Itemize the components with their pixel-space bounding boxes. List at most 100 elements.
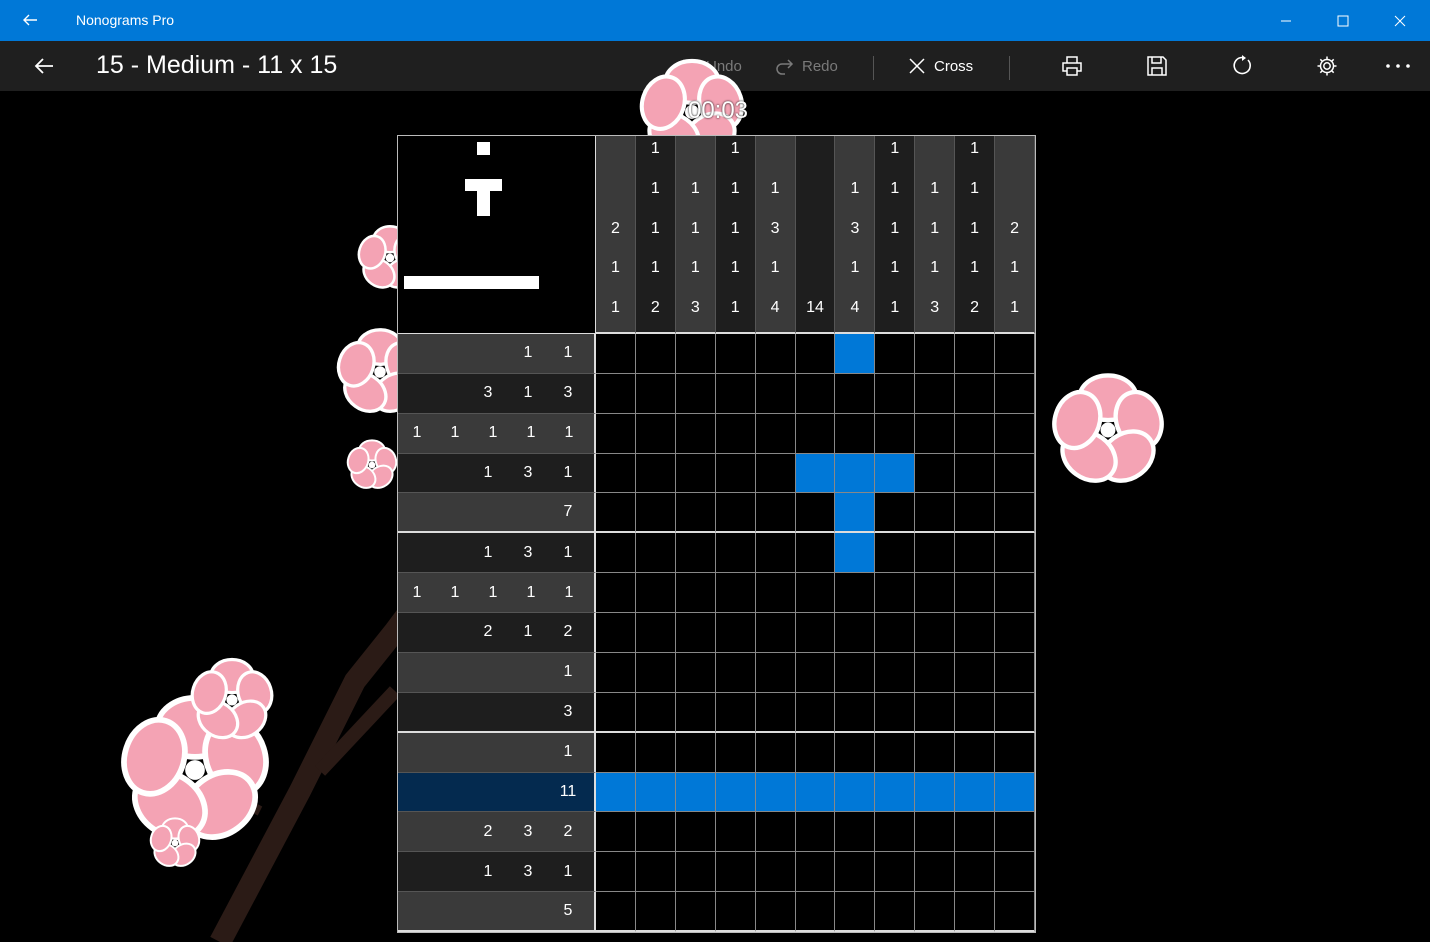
puzzle-cell[interactable] — [635, 852, 676, 893]
puzzle-cell[interactable] — [635, 692, 676, 733]
puzzle-cell[interactable] — [995, 334, 1035, 374]
puzzle-cell[interactable] — [596, 812, 636, 853]
puzzle-cell[interactable] — [875, 493, 916, 534]
puzzle-cell[interactable] — [795, 413, 836, 454]
puzzle-cell[interactable] — [755, 812, 796, 853]
puzzle-cell[interactable] — [995, 613, 1035, 653]
puzzle-cell[interactable] — [675, 334, 716, 374]
puzzle-cell[interactable] — [995, 573, 1035, 614]
puzzle-cell[interactable] — [915, 453, 956, 494]
puzzle-cell[interactable] — [596, 732, 636, 773]
puzzle-cell[interactable] — [675, 812, 716, 853]
puzzle-cell[interactable] — [755, 373, 796, 414]
puzzle-cell[interactable] — [875, 772, 916, 813]
puzzle-cell[interactable] — [875, 812, 916, 853]
puzzle-cell[interactable] — [955, 852, 996, 893]
puzzle-cell[interactable] — [635, 573, 676, 614]
puzzle-cell[interactable] — [755, 573, 796, 614]
puzzle-cell[interactable] — [675, 892, 716, 932]
puzzle-cell[interactable] — [755, 772, 796, 813]
puzzle-cell[interactable] — [795, 692, 836, 733]
puzzle-cell[interactable] — [675, 413, 716, 454]
puzzle-cell[interactable] — [795, 573, 836, 614]
puzzle-cell[interactable] — [955, 732, 996, 773]
puzzle-cell[interactable] — [995, 652, 1035, 693]
puzzle-cell[interactable] — [635, 613, 676, 653]
puzzle-cell[interactable] — [955, 772, 996, 813]
puzzle-cell[interactable] — [596, 334, 636, 374]
puzzle-cell[interactable] — [596, 413, 636, 454]
puzzle-cell[interactable] — [596, 373, 636, 414]
puzzle-cell[interactable] — [755, 493, 796, 534]
puzzle-cell[interactable] — [635, 652, 676, 693]
puzzle-cell[interactable] — [596, 852, 636, 893]
puzzle-cell[interactable] — [635, 334, 676, 374]
puzzle-cell[interactable] — [715, 493, 756, 534]
puzzle-cell[interactable] — [915, 892, 956, 932]
puzzle-cell[interactable] — [875, 892, 916, 932]
puzzle-cell[interactable] — [995, 493, 1035, 534]
puzzle-cell[interactable] — [675, 533, 716, 574]
puzzle-cell[interactable] — [875, 533, 916, 574]
puzzle-cell[interactable] — [755, 413, 796, 454]
puzzle-cell[interactable] — [635, 453, 676, 494]
puzzle-cell[interactable] — [955, 652, 996, 693]
puzzle-cell[interactable] — [995, 772, 1035, 813]
puzzle-cell[interactable] — [835, 812, 876, 853]
puzzle-cell[interactable] — [715, 812, 756, 853]
puzzle-cell[interactable] — [835, 533, 876, 574]
puzzle-cell[interactable] — [675, 772, 716, 813]
puzzle-cell[interactable] — [955, 573, 996, 614]
puzzle-cell[interactable] — [795, 772, 836, 813]
puzzle-cell[interactable] — [915, 413, 956, 454]
puzzle-cell[interactable] — [835, 334, 876, 374]
puzzle-cell[interactable] — [795, 533, 836, 574]
puzzle-cell[interactable] — [835, 613, 876, 653]
puzzle-cell[interactable] — [715, 413, 756, 454]
puzzle-cell[interactable] — [715, 613, 756, 653]
puzzle-cell[interactable] — [715, 732, 756, 773]
puzzle-cell[interactable] — [915, 732, 956, 773]
print-button[interactable] — [1050, 50, 1094, 82]
puzzle-cell[interactable] — [835, 493, 876, 534]
puzzle-cell[interactable] — [995, 732, 1035, 773]
puzzle-cell[interactable] — [635, 413, 676, 454]
puzzle-cell[interactable] — [915, 573, 956, 614]
puzzle-cell[interactable] — [875, 652, 916, 693]
puzzle-cell[interactable] — [715, 373, 756, 414]
puzzle-cell[interactable] — [635, 493, 676, 534]
puzzle-cell[interactable] — [755, 652, 796, 693]
puzzle-cell[interactable] — [715, 852, 756, 893]
puzzle-cell[interactable] — [915, 812, 956, 853]
puzzle-cell[interactable] — [835, 573, 876, 614]
puzzle-cell[interactable] — [995, 413, 1035, 454]
puzzle-cell[interactable] — [915, 533, 956, 574]
title-back-button[interactable] — [14, 6, 46, 34]
puzzle-cell[interactable] — [755, 892, 796, 932]
puzzle-cell[interactable] — [835, 852, 876, 893]
puzzle-cell[interactable] — [675, 613, 716, 653]
puzzle-cell[interactable] — [675, 692, 716, 733]
puzzle-cell[interactable] — [875, 373, 916, 414]
save-button[interactable] — [1135, 50, 1179, 82]
puzzle-cell[interactable] — [835, 772, 876, 813]
puzzle-cell[interactable] — [955, 692, 996, 733]
back-button[interactable] — [24, 50, 64, 82]
puzzle-cell[interactable] — [675, 493, 716, 534]
puzzle-cell[interactable] — [635, 812, 676, 853]
puzzle-cell[interactable] — [795, 812, 836, 853]
close-button[interactable] — [1377, 0, 1423, 41]
puzzle-cell[interactable] — [835, 892, 876, 932]
puzzle-cell[interactable] — [596, 533, 636, 574]
puzzle-cell[interactable] — [596, 772, 636, 813]
cross-button[interactable]: Cross — [908, 50, 973, 82]
puzzle-cell[interactable] — [915, 373, 956, 414]
puzzle-cell[interactable] — [955, 334, 996, 374]
puzzle-cell[interactable] — [635, 732, 676, 773]
puzzle-cell[interactable] — [795, 892, 836, 932]
puzzle-cell[interactable] — [635, 373, 676, 414]
puzzle-cell[interactable] — [955, 493, 996, 534]
puzzle-cell[interactable] — [715, 892, 756, 932]
puzzle-cell[interactable] — [875, 852, 916, 893]
puzzle-cell[interactable] — [955, 533, 996, 574]
